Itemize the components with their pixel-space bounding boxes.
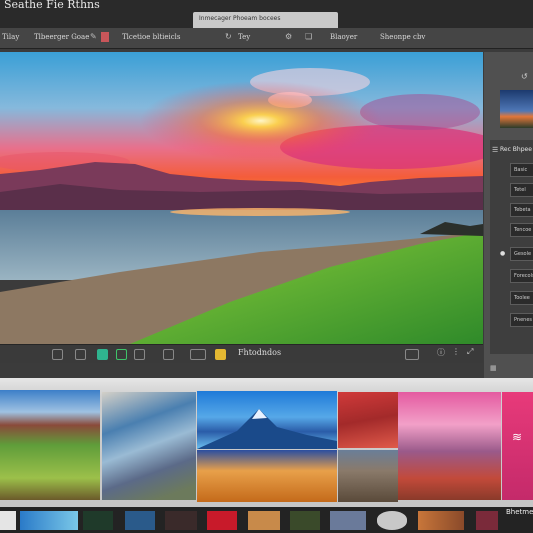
chart-icon[interactable] (116, 349, 127, 360)
panel-item-2[interactable]: Tetel (510, 183, 533, 197)
mountain-graphic (197, 409, 337, 449)
editor-canvas[interactable] (0, 52, 483, 344)
filmstrip-thumb-8[interactable] (290, 511, 320, 530)
crop-icon[interactable] (97, 349, 108, 360)
brush-icon[interactable]: ✎ (90, 32, 97, 41)
gallery-thumb-2[interactable] (102, 392, 196, 500)
settings-icon[interactable]: ⚙ (285, 32, 292, 41)
panel-item-4[interactable]: Tencoe (510, 223, 533, 237)
gallery-thumb-8[interactable]: ≋ (502, 392, 533, 500)
info-icon[interactable]: ⓘ (437, 347, 446, 357)
rotate-icon[interactable]: ↻ (225, 32, 232, 41)
curve-icon[interactable] (163, 349, 174, 360)
radio-dot-icon[interactable]: ● (500, 250, 505, 257)
adjustment-items: Basic Tetel Tebeta Tencoe Gesole Forecol… (490, 163, 533, 353)
gallery-thumb-5[interactable] (338, 392, 398, 448)
menu-bar: Tilay Tlbeerger Goae ✎ Tlcetioe bltieicl… (0, 28, 533, 49)
filmstrip-thumb-4[interactable] (125, 511, 155, 530)
adjust-icon[interactable] (134, 349, 145, 360)
panel-item-7[interactable]: Toolee (510, 291, 533, 305)
filmstrip-thumb-10[interactable] (377, 511, 407, 530)
filmstrip-thumb-12[interactable] (476, 511, 498, 530)
panel-item-5[interactable]: Gesole (510, 247, 533, 261)
wifi-icon: ≋ (512, 430, 523, 444)
preview-icon[interactable] (190, 349, 206, 360)
menu-item-5[interactable]: Blaoyer (330, 33, 357, 41)
zoom-icon[interactable] (405, 349, 419, 360)
filmstrip-thumb-7[interactable] (248, 511, 280, 530)
layers-icon[interactable]: ❏ (305, 32, 312, 41)
panel-item-1[interactable]: Basic (510, 163, 533, 177)
filmstrip-thumb-2[interactable] (20, 511, 78, 530)
frame-icon[interactable] (75, 349, 86, 360)
menu-item-1[interactable]: Tilay (2, 33, 19, 41)
panel-item-8[interactable]: Pnenes (510, 313, 533, 327)
expand-icon[interactable]: ⤢ (467, 347, 476, 356)
panel-header: Rec Bhpee (500, 146, 532, 153)
filmstrip (0, 507, 533, 533)
gallery-thumb-3[interactable] (197, 391, 337, 449)
gallery-thumb-1[interactable] (0, 390, 100, 500)
folder-icon[interactable] (215, 349, 226, 360)
gallery-thumb-4[interactable] (197, 450, 337, 502)
filmstrip-thumb-9[interactable] (330, 511, 366, 530)
color-swatch-icon[interactable] (101, 32, 109, 42)
menu-item-6[interactable]: Sheonpe cbv (380, 33, 425, 41)
sunset-landscape-image (0, 52, 483, 344)
filmstrip-thumb-1[interactable] (0, 511, 16, 530)
file-name: Fhtodndos (238, 348, 282, 357)
gallery-thumb-7[interactable] (398, 392, 501, 500)
navigator-thumbnail[interactable] (500, 90, 533, 128)
panel-item-3[interactable]: Tebeta (510, 203, 533, 217)
app-title: Seathe Fie Rthns (4, 0, 100, 11)
sliders-icon[interactable]: ☰ (492, 146, 498, 154)
gallery-thumb-6[interactable] (338, 450, 398, 502)
panel-item-6[interactable]: Forecols (510, 269, 533, 283)
more-icon[interactable]: ⋮ (452, 347, 461, 356)
document-tab-label: Inmecager Phoeam bocees (199, 15, 281, 22)
menu-item-2[interactable]: Tlbeerger Goae (34, 33, 89, 41)
menu-item-3[interactable]: Tlcetioe bltieicls (122, 33, 181, 41)
filmstrip-thumb-6[interactable] (207, 511, 237, 530)
refresh-icon[interactable]: ↺ (521, 72, 528, 81)
filmstrip-label: Bhetmeer (506, 508, 533, 516)
menu-item-4[interactable]: Tey (238, 33, 250, 41)
filmstrip-thumb-3[interactable] (83, 511, 113, 530)
filmstrip-thumb-11[interactable] (418, 511, 464, 530)
filmstrip-thumb-5[interactable] (165, 511, 197, 530)
grid-icon[interactable]: ▦ (490, 364, 497, 372)
document-tab[interactable]: Inmecager Phoeam bocees (193, 12, 338, 28)
camera-icon[interactable] (52, 349, 63, 360)
